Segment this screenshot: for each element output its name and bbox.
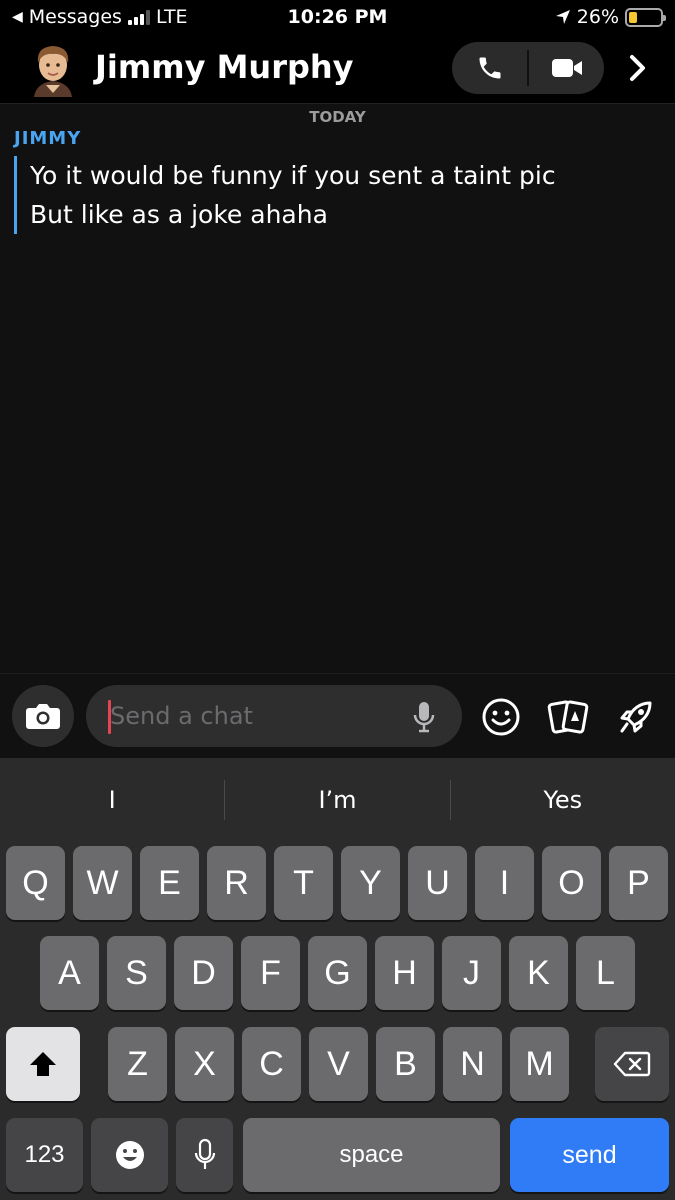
key-y[interactable]: Y (341, 846, 400, 920)
chat-input-container[interactable] (86, 685, 462, 747)
battery-percent: 26% (576, 6, 619, 28)
key-s[interactable]: S (107, 936, 166, 1010)
key-m[interactable]: M (510, 1027, 569, 1101)
suggestion-bar: I I’m Yes (0, 758, 675, 842)
chat-input[interactable] (110, 695, 400, 737)
avatar[interactable] (28, 41, 78, 97)
date-divider: TODAY (309, 108, 366, 126)
message-group[interactable]: Yo it would be funny if you sent a taint… (14, 156, 556, 234)
backspace-icon (613, 1051, 651, 1077)
location-arrow-icon (555, 10, 570, 24)
emoji-icon (115, 1141, 144, 1169)
key-h[interactable]: H (375, 936, 434, 1010)
key-w[interactable]: W (73, 846, 132, 920)
key-f[interactable]: F (241, 936, 300, 1010)
microphone-icon (194, 1138, 215, 1169)
key-p[interactable]: P (609, 846, 668, 920)
key-b[interactable]: B (376, 1027, 435, 1101)
key-r[interactable]: R (207, 846, 266, 920)
status-right: 26% (555, 6, 666, 28)
key-j[interactable]: J (442, 936, 501, 1010)
send-key[interactable]: send (510, 1118, 669, 1192)
key-a[interactable]: A (40, 936, 99, 1010)
key-c[interactable]: C (242, 1027, 301, 1101)
camera-icon (26, 704, 60, 729)
chevron-right-icon (630, 55, 645, 81)
key-z[interactable]: Z (108, 1027, 167, 1101)
rocket-icon (620, 701, 652, 733)
key-t[interactable]: T (274, 846, 333, 920)
key-q[interactable]: Q (6, 846, 65, 920)
phone-icon (479, 57, 500, 79)
key-g[interactable]: G (308, 936, 367, 1010)
suggestion[interactable]: Yes (451, 758, 675, 842)
space-key[interactable]: space (243, 1118, 500, 1192)
key-o[interactable]: O (542, 846, 601, 920)
key-d[interactable]: D (174, 936, 233, 1010)
chat-input-bar (0, 673, 675, 758)
shift-key[interactable] (6, 1027, 80, 1101)
emoji-key[interactable] (91, 1118, 168, 1192)
delete-key[interactable] (595, 1027, 669, 1101)
chevron-right-button[interactable] (620, 50, 656, 86)
emoji-button[interactable] (476, 692, 526, 742)
message-sender: JIMMY (14, 128, 82, 149)
cards-button[interactable] (543, 692, 593, 742)
shift-arrow-icon (30, 1052, 56, 1076)
microphone-icon[interactable] (412, 700, 436, 734)
key-e[interactable]: E (140, 846, 199, 920)
key-l[interactable]: L (576, 936, 635, 1010)
suggestion[interactable]: I’m (225, 758, 449, 842)
key-n[interactable]: N (443, 1027, 502, 1101)
numbers-key[interactable]: 123 (6, 1118, 83, 1192)
key-v[interactable]: V (309, 1027, 368, 1101)
video-call-button[interactable] (529, 42, 604, 94)
camera-button[interactable] (12, 685, 74, 747)
chat-header: Jimmy Murphy (0, 36, 675, 104)
key-i[interactable]: I (475, 846, 534, 920)
rocket-button[interactable] (611, 692, 661, 742)
key-x[interactable]: X (175, 1027, 234, 1101)
dictation-key[interactable] (176, 1118, 233, 1192)
keyboard: I I’m Yes Q W E R T Y U I O P A S D F G … (0, 758, 675, 1200)
suggestion[interactable]: I (0, 758, 224, 842)
battery-icon (625, 7, 666, 27)
voice-call-button[interactable] (452, 42, 527, 94)
key-k[interactable]: K (509, 936, 568, 1010)
message-line: But like as a joke ahaha (30, 200, 328, 229)
contact-name[interactable]: Jimmy Murphy (95, 48, 354, 86)
call-controls (452, 42, 604, 94)
message-line: Yo it would be funny if you sent a taint… (30, 161, 556, 190)
key-u[interactable]: U (408, 846, 467, 920)
status-bar: ◀ Messages LTE 10:26 PM 26% (0, 0, 675, 36)
cards-icon (547, 700, 589, 734)
emoji-icon (482, 698, 520, 736)
video-camera-icon (551, 59, 582, 77)
